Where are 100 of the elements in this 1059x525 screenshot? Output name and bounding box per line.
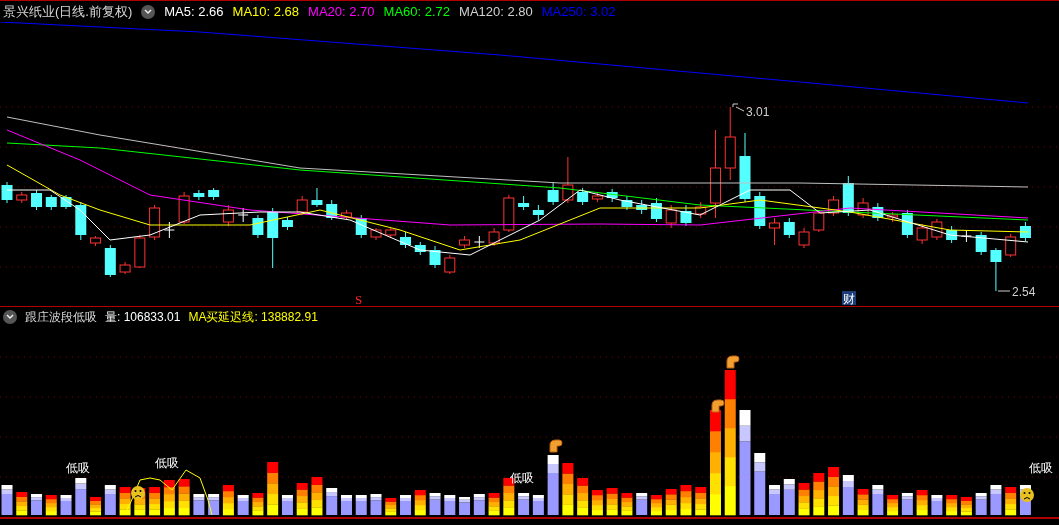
volume-bar (857, 489, 869, 516)
candlestick (311, 187, 323, 208)
signal-label: 低吸 (66, 461, 90, 475)
volume-bar (370, 494, 382, 515)
leader-line (732, 103, 745, 112)
volume-bar (916, 490, 928, 516)
candlestick (621, 195, 633, 211)
candlestick (163, 221, 175, 239)
volume-bar (90, 497, 102, 516)
candlestick (222, 204, 234, 227)
stock-title: 景兴纸业(日线.前复权) (3, 2, 133, 21)
candlestick (326, 199, 338, 221)
candlestick (606, 188, 618, 203)
candlestick (252, 214, 264, 239)
candlestick (488, 227, 500, 247)
indicator-reading: MA买延迟线: 138882.91 (188, 308, 318, 326)
candlestick (754, 191, 766, 230)
volume-bar (518, 493, 530, 515)
candlestick (665, 204, 677, 229)
candlestick (842, 175, 854, 217)
sad-face-icon (131, 486, 145, 500)
volume-bar (16, 492, 28, 516)
candlestick (414, 241, 426, 256)
candlestick (16, 191, 28, 204)
dropdown-icon[interactable] (141, 4, 156, 19)
candlestick (1019, 221, 1031, 242)
candlestick (459, 235, 471, 249)
signal-label: 低吸 (510, 471, 534, 485)
volume-bar (887, 495, 899, 516)
volume-bar (606, 488, 618, 516)
candlestick (931, 218, 943, 241)
candlestick (650, 197, 662, 223)
dropdown-icon[interactable] (3, 309, 17, 324)
volume-bar (267, 462, 279, 516)
candlestick (636, 199, 648, 215)
candlestick (75, 201, 87, 241)
volume-bar (532, 495, 544, 515)
volume-bar (1, 485, 13, 515)
candlestick (739, 132, 751, 203)
candlestick (547, 181, 559, 206)
ma-legend-item: MA120: 2.80 (459, 2, 533, 21)
candlestick (813, 209, 825, 233)
candlestick (208, 187, 220, 201)
candlestick (193, 189, 205, 201)
volume-bar (783, 479, 795, 515)
candlestick (178, 191, 190, 225)
candlestick (355, 214, 367, 239)
sell-marker: S (355, 292, 363, 306)
volume-bar (104, 485, 116, 515)
candlestick (946, 225, 958, 244)
volume-bar (547, 455, 559, 515)
candlestick (901, 209, 913, 239)
volume-bar (769, 485, 780, 515)
volume-bar (311, 477, 323, 516)
volume-bar (473, 494, 485, 515)
volume-bar (946, 495, 958, 516)
ma-legend-item: MA60: 2.72 (383, 2, 451, 21)
volume-bar (208, 494, 220, 515)
candlestick (872, 202, 884, 222)
signal-label: 低吸 (1029, 461, 1053, 475)
candlestick (104, 244, 116, 278)
volume-bar (296, 483, 308, 516)
candlestick (503, 194, 515, 233)
volume-bar (281, 495, 293, 515)
candlestick (473, 235, 485, 249)
volume-bar (842, 475, 854, 515)
ma-legend-item: MA10: 2.68 (232, 2, 300, 21)
indicator-name: 跟庄波段低吸 (25, 308, 97, 326)
volume-bar (45, 495, 57, 516)
volume-bar (31, 494, 42, 515)
sad-face-icon (1020, 488, 1034, 502)
volume-bar (119, 487, 131, 516)
candlestick (1, 181, 13, 204)
volume-bar (931, 495, 943, 515)
candlestick (990, 247, 1002, 292)
candlestick (237, 207, 249, 223)
ma-legend-item: MA5: 2.66 (164, 2, 224, 21)
volume-bar (75, 478, 87, 515)
volume-bar (429, 493, 441, 515)
volume-bar (163, 480, 175, 516)
volume-bar (665, 489, 677, 516)
candlestick (31, 189, 42, 211)
high-price-label: 3.01 (746, 105, 770, 119)
volume-bar (798, 483, 810, 516)
candlestick (828, 195, 840, 217)
candlestick (532, 204, 544, 221)
candlestick (562, 156, 574, 204)
volume-bar (400, 495, 411, 515)
volume-bar (680, 485, 692, 516)
candlestick (680, 204, 692, 227)
candlestick (134, 234, 146, 269)
volume-bar (488, 493, 500, 516)
candlestick (518, 195, 530, 211)
volume-bar (901, 493, 913, 515)
volume-bar (178, 479, 190, 516)
candlestick (370, 227, 382, 241)
candlestick (45, 194, 57, 211)
candlestick (341, 209, 352, 221)
volume-bar (414, 490, 426, 516)
volume-bar (636, 493, 648, 515)
